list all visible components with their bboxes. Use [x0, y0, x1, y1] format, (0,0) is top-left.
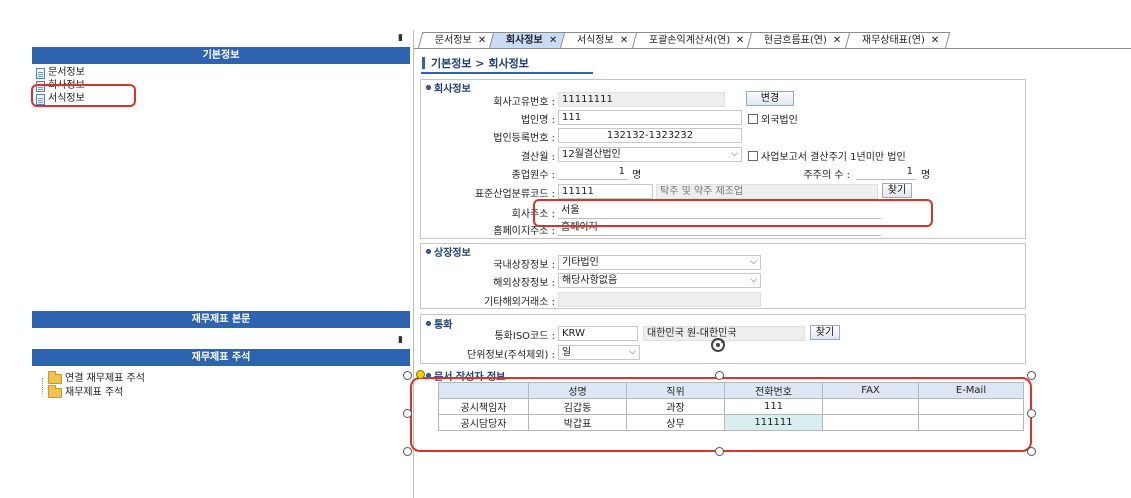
uid-field: 11111111: [558, 92, 725, 107]
reg-label: 법인등록번호 :: [493, 133, 555, 144]
checkbox-box[interactable]: [748, 150, 758, 161]
annotation-box-authors: [410, 377, 1032, 452]
employees-unit: 명: [632, 170, 642, 181]
employees-label: 종업원수 :: [511, 170, 555, 181]
chevron-down-icon[interactable]: ⌵: [629, 346, 636, 359]
employees-input[interactable]: 1: [558, 165, 628, 180]
tree-item-label: 연결 재무제표 주석: [65, 373, 145, 384]
tab-label: 현금흐름표(연): [764, 35, 828, 46]
industry-name-field: 탁주 및 약주 제조업: [656, 184, 878, 199]
domestic-label: 국내상장정보 :: [493, 260, 555, 271]
chevron-down-icon[interactable]: ⌵: [731, 148, 738, 161]
resize-handle-bottom[interactable]: [715, 447, 724, 456]
find-currency-button[interactable]: 찾기: [810, 325, 840, 340]
select-value: 12월결산법인: [562, 149, 621, 160]
tab-bar: 문서정보 ✕ 회사정보 ✕ 서식정보 ✕ 포괄손익계산서(연) ✕ 현금흐름표(연) ✕ …: [417, 32, 951, 49]
unit-select[interactable]: 일 ⌵: [558, 345, 640, 360]
change-button[interactable]: 변경: [746, 91, 794, 106]
company-name-input[interactable]: 111: [558, 110, 742, 125]
iso-code-input[interactable]: KRW: [558, 326, 638, 341]
tab-cash-flow[interactable]: 현금흐름표(연) ✕: [747, 32, 854, 49]
shareholders-unit: 명: [921, 170, 931, 181]
bullet-icon: [426, 321, 431, 326]
basic-info-header: 기본정보: [32, 47, 410, 64]
checkbox-box[interactable]: [748, 113, 758, 124]
breadcrumb-marker: [422, 57, 425, 69]
shareholders-label: 주주의 수 :: [803, 170, 850, 181]
resize-handle-bottom-left[interactable]: [403, 447, 412, 456]
annotation-box-form-info: [31, 84, 136, 107]
resize-handle-top-left[interactable]: [403, 371, 412, 380]
select-value: 일: [562, 347, 572, 358]
tab-label: 포괄손익계산서(연): [648, 35, 730, 46]
breadcrumb-text: 기본정보 > 회사정보: [431, 57, 529, 70]
tab-income-statement[interactable]: 포괄손익계산서(연) ✕: [631, 32, 756, 49]
fin-body-header[interactable]: 재무제표 본문: [32, 311, 410, 328]
resize-handle-left[interactable]: [403, 409, 412, 418]
tab-balance-sheet[interactable]: 재무상태표(연) ✕: [844, 32, 951, 49]
select-value: 기타법인: [562, 257, 599, 268]
name-label: 법인명 :: [520, 115, 555, 126]
industry-code-input[interactable]: 11111: [558, 184, 653, 199]
unit-label: 단위정보(주석제외) :: [467, 350, 555, 361]
tab-doc-info[interactable]: 문서정보 ✕: [417, 32, 498, 49]
resize-handle-top[interactable]: [715, 371, 724, 380]
tab-label: 회사정보: [506, 35, 543, 46]
fin-notes-header: 재무제표 주석: [32, 349, 410, 366]
resize-handle-top-right[interactable]: [1027, 371, 1036, 380]
fiscal-label: 결산월 :: [520, 152, 555, 163]
pin-icon[interactable]: ▮: [398, 33, 403, 43]
folder-icon: [48, 371, 62, 384]
checkbox-label: 사업보고서 결산주기 1년미만 법인: [761, 152, 906, 163]
other-exchange-field: [558, 292, 761, 307]
close-icon[interactable]: ✕: [549, 33, 557, 49]
tree-item-doc-info[interactable]: 문서정보: [36, 67, 85, 79]
overseas-label: 해외상장정보 :: [493, 278, 555, 289]
reg-number-input[interactable]: 132132-1323232: [558, 128, 742, 143]
tree-item-fin-notes[interactable]: 재무제표 주석: [48, 385, 124, 399]
bullet-icon: [426, 85, 431, 90]
resize-handle-right[interactable]: [1027, 409, 1036, 418]
iso-label: 통화ISO코드 :: [494, 331, 555, 342]
tree-item-consolidated-notes[interactable]: 연결 재무제표 주석: [48, 371, 145, 385]
tree-item-label: 재무제표 주석: [65, 387, 124, 398]
short-fiscal-checkbox[interactable]: 사업보고서 결산주기 1년미만 법인: [748, 148, 906, 163]
overseas-select[interactable]: 해당사항없음 ⌵: [558, 273, 761, 288]
resize-handle-anchor[interactable]: [416, 370, 425, 379]
tree-connector: [42, 378, 43, 394]
other-exchange-label: 기타해외거래소 :: [484, 297, 555, 308]
bullet-icon: [426, 249, 431, 254]
breadcrumb: 기본정보 > 회사정보: [422, 55, 529, 71]
uid-label: 회사고유번호 :: [493, 97, 555, 108]
rotate-handle-icon[interactable]: [708, 336, 728, 354]
folder-icon: [48, 385, 62, 398]
tab-label: 서식정보: [577, 35, 615, 46]
chevron-down-icon[interactable]: ⌵: [750, 274, 757, 287]
resize-handle-bottom-right[interactable]: [1027, 447, 1036, 456]
close-icon[interactable]: ✕: [620, 33, 628, 49]
tree-item-label: 문서정보: [48, 67, 85, 78]
tab-form-info[interactable]: 서식정보 ✕: [560, 32, 640, 49]
close-icon[interactable]: ✕: [478, 33, 486, 49]
select-value: 해당사항없음: [562, 275, 618, 286]
breadcrumb-underline: [421, 72, 593, 74]
domestic-select[interactable]: 기타법인 ⌵: [558, 255, 761, 270]
annotation-box-address: [533, 199, 933, 227]
find-industry-button[interactable]: 찾기: [882, 183, 912, 198]
checkbox-label: 외국법인: [761, 115, 798, 126]
tab-company-info[interactable]: 회사정보 ✕: [488, 32, 569, 49]
tab-label: 재무상태표(연): [861, 35, 925, 46]
tab-label: 문서정보: [434, 35, 472, 46]
fiscal-select[interactable]: 12월결산법인 ⌵: [558, 147, 742, 162]
pin-icon[interactable]: ▮: [398, 335, 403, 345]
industry-label: 표준산업분류코드 :: [474, 189, 555, 200]
chevron-down-icon[interactable]: ⌵: [750, 256, 757, 269]
document-icon: [36, 67, 45, 79]
close-icon[interactable]: ✕: [931, 33, 939, 49]
foreign-checkbox[interactable]: 외국법인: [748, 111, 798, 126]
tab-underline: [414, 48, 1131, 49]
close-icon[interactable]: ✕: [833, 33, 841, 49]
close-icon[interactable]: ✕: [736, 33, 744, 49]
shareholders-input[interactable]: 1: [856, 165, 916, 180]
